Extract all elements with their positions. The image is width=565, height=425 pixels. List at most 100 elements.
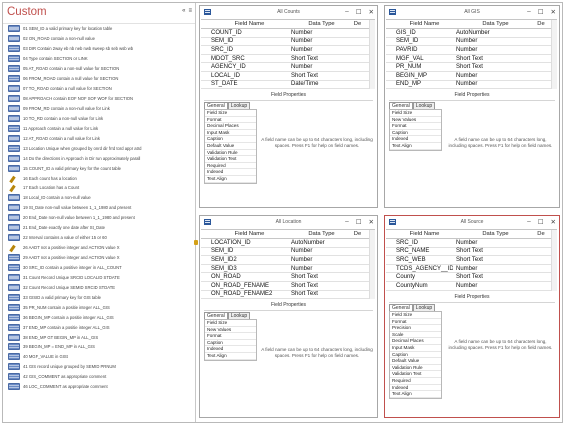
data-type-cell[interactable]: AutoNumber [288, 239, 352, 247]
table-row[interactable]: ON_ROAD_FENAME Short Text [201, 282, 375, 291]
field-name-cell[interactable]: SRC_ID [208, 46, 288, 54]
query-item[interactable]: 19 St_Date non-null value between 1_1_19… [3, 203, 195, 213]
tab-lookup[interactable]: Lookup [227, 102, 251, 109]
table-row[interactable]: SRC_ID Number [201, 46, 375, 55]
query-item[interactable]: 36 BEGIN_MP contain a positie integer AL… [3, 312, 195, 322]
query-item[interactable]: 05 AT_ROAD contain a non-null value for … [3, 64, 195, 74]
query-item[interactable]: 30 SRC_ID contain a positive integer in … [3, 263, 195, 273]
data-type-cell[interactable]: Short Text [288, 72, 352, 80]
table-row[interactable]: County Short Text [386, 273, 557, 282]
field-name-cell[interactable]: SRC_WEB [393, 256, 453, 264]
field-name-cell[interactable]: LOCAL_ID [208, 72, 288, 80]
table-row[interactable]: TCDS_AGENCY__ID Number [386, 265, 557, 274]
close-button[interactable]: ✕ [551, 8, 556, 16]
property-row[interactable]: New Values [390, 117, 441, 124]
minimize-button[interactable]: – [345, 218, 349, 226]
query-item[interactable]: 40 MGF_VALUE in GISt [3, 352, 195, 362]
table-row[interactable]: LOCAL_ID Short Text [201, 72, 375, 81]
query-item[interactable]: 09 FROM_RD contain a non-null value for … [3, 104, 195, 114]
window-title-bar[interactable]: All GIS – ☐ ✕ [385, 6, 559, 19]
field-name-cell[interactable]: BEGIN_MP [393, 72, 453, 80]
table-row[interactable]: GIS_ID AutoNumber [386, 29, 557, 38]
restore-button[interactable]: ☐ [538, 218, 544, 226]
field-name-cell[interactable]: County [393, 273, 453, 281]
tab-lookup[interactable]: Lookup [412, 304, 436, 311]
field-name-cell[interactable]: PR_NUM [393, 63, 453, 71]
property-row[interactable]: Required [390, 378, 441, 385]
field-name-cell[interactable]: ON_ROAD_FENAME2 [208, 290, 288, 298]
query-item[interactable]: 18 Local_ID contain a non-null value [3, 193, 195, 203]
minimize-button[interactable]: – [527, 8, 531, 16]
data-type-cell[interactable]: Date/Time [288, 80, 352, 88]
field-name-cell[interactable]: SEM_ID3 [208, 265, 288, 273]
tab-lookup[interactable]: Lookup [412, 102, 436, 109]
close-button[interactable]: ✕ [369, 8, 374, 16]
table-row[interactable]: SRC_NAME Short Text [386, 248, 557, 257]
field-name-cell[interactable]: TCDS_AGENCY__ID [393, 265, 453, 273]
property-row[interactable]: Caption [390, 130, 441, 137]
table-row[interactable]: LOCATION_ID AutoNumber [201, 239, 375, 248]
navigation-pane-title[interactable]: Custom [7, 6, 47, 18]
query-item[interactable]: 16 Each count has a location [3, 173, 195, 183]
table-row[interactable]: ON_ROAD_FENAME2 Short Text [201, 291, 375, 300]
table-row[interactable]: END_MP Number [386, 81, 557, 90]
field-name-cell[interactable]: ON_ROAD_FENAME [208, 282, 288, 290]
property-row[interactable]: Indexed [205, 346, 256, 353]
query-item[interactable]: 46 LOC_COMMENT as appropriate comment [3, 382, 195, 392]
data-type-cell[interactable]: Short Text [453, 247, 535, 255]
table-row[interactable]: BEGIN_MP Number [386, 72, 557, 81]
property-row[interactable]: Indexed [390, 385, 441, 392]
query-item[interactable]: 11 Approach contain a null value for Lin… [3, 123, 195, 133]
property-row[interactable]: Text Align [205, 353, 256, 360]
close-button[interactable]: ✕ [551, 218, 556, 226]
vertical-scrollbar[interactable] [369, 20, 375, 89]
table-row[interactable]: CountyNum Number [386, 282, 557, 291]
query-item[interactable]: 03 DIR Contain 2way eb nb neb nwb sweep … [3, 44, 195, 54]
field-name-cell[interactable]: ON_ROAD [208, 273, 288, 281]
restore-button[interactable]: ☐ [356, 218, 362, 226]
field-name-cell[interactable]: COUNT_ID [208, 29, 288, 37]
query-item[interactable]: 12 AT_ROAD contain a null value for Link [3, 133, 195, 143]
tab-general[interactable]: General [389, 102, 413, 109]
property-row[interactable]: Validation Text [390, 371, 441, 378]
property-row[interactable]: New Values [205, 327, 256, 334]
data-type-cell[interactable]: Number [288, 247, 352, 255]
table-design-window-all-location[interactable]: All Location – ☐ ✕ Field Name Data Type De LOCA… [194, 215, 378, 418]
table-row[interactable]: SEM_ID2 Number [201, 256, 375, 265]
property-row[interactable]: Caption [205, 136, 256, 143]
query-item[interactable]: 42 GIS_COMMENT as appropriate comment [3, 372, 195, 382]
query-item[interactable]: 08 APPROACH contain EOF NOF SOF WOF for … [3, 94, 195, 104]
query-item[interactable]: 26 AADT not a positive integer and ACTIO… [3, 243, 195, 253]
restore-button[interactable]: ☐ [538, 8, 544, 16]
query-item[interactable]: 39 BEGIN_MP = END_MP in ALL_GIS [3, 342, 195, 352]
field-name-cell[interactable]: PAVRID [393, 46, 453, 54]
field-name-cell[interactable]: MDOT_SRC [208, 55, 288, 63]
window-title-bar[interactable]: All Source – ☐ ✕ [385, 216, 559, 229]
query-item[interactable]: 31 Count Record Unique SRCID LOCALID STD… [3, 272, 195, 282]
minimize-button[interactable]: – [527, 218, 531, 226]
field-name-cell[interactable]: LOCATION_ID [208, 239, 288, 247]
field-name-cell[interactable]: SRC_ID [393, 239, 453, 247]
data-type-cell[interactable]: Number [288, 37, 352, 45]
field-name-cell[interactable]: ST_DATE [208, 80, 288, 88]
property-row[interactable]: Default Value [390, 358, 441, 365]
query-item[interactable]: 21 End_Date exactly one date after St_Da… [3, 223, 195, 233]
table-row[interactable]: AGENCY_ID Number [201, 63, 375, 72]
table-row[interactable]: SRC_WEB Short Text [386, 256, 557, 265]
table-row[interactable]: SEM_ID Number [201, 248, 375, 257]
query-item[interactable]: 02 ON_ROAD contain a non-null value [3, 34, 195, 44]
query-item[interactable]: 04 Type contain SECTION or LINK [3, 54, 195, 64]
property-row[interactable]: Format [205, 333, 256, 340]
close-button[interactable]: ✕ [369, 218, 374, 226]
query-item[interactable]: 20 End_Date non-null value between 1_1_1… [3, 213, 195, 223]
field-name-cell[interactable]: SRC_NAME [393, 247, 453, 255]
property-row[interactable]: Caption [390, 352, 441, 359]
property-row[interactable]: Validation Rule [390, 365, 441, 372]
query-item[interactable]: 06 FROM_ROAD contain a null value for SE… [3, 74, 195, 84]
property-row[interactable]: Validation Text [205, 156, 256, 163]
data-type-cell[interactable]: Number [288, 256, 352, 264]
field-name-cell[interactable]: SEM_ID [208, 247, 288, 255]
data-type-cell[interactable]: Number [453, 239, 535, 247]
property-row[interactable]: Format [205, 117, 256, 124]
field-name-cell[interactable]: END_MP [393, 80, 453, 88]
